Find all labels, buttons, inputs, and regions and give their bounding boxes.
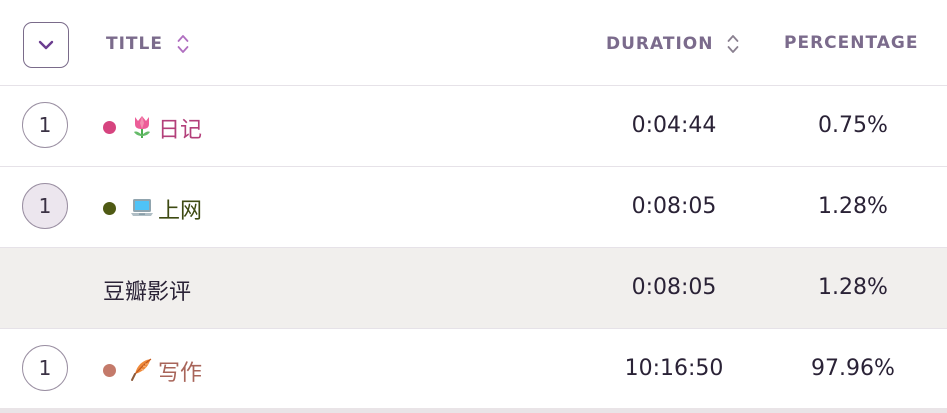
row-duration: 0:04:44 (631, 113, 717, 138)
sub-row-title[interactable]: 豆瓣影评 (103, 274, 191, 306)
row-duration: 0:08:05 (631, 275, 717, 300)
row-title[interactable]: 上网 (158, 193, 202, 225)
row-percentage: 97.96% (811, 356, 895, 381)
color-dot (103, 364, 116, 377)
count-badge[interactable]: 1 (22, 345, 68, 391)
sort-updown-icon (177, 35, 189, 53)
table-row[interactable]: 1 上网 0:08:05 1.28% (0, 167, 947, 248)
column-header-title-label: TITLE (106, 34, 163, 54)
row-title[interactable]: 日记 (158, 112, 202, 144)
color-dot (103, 121, 116, 134)
column-header-duration-label: DURATION (606, 34, 714, 54)
collapse-all-button[interactable] (23, 22, 69, 68)
table-header: TITLE DURATION PERCENTAGE (0, 0, 947, 86)
row-percentage: 1.28% (818, 194, 888, 219)
feather-icon (131, 358, 152, 381)
table-row[interactable]: 1 日记 0:04:44 0.75% (0, 86, 947, 167)
chevron-down-icon (38, 40, 54, 50)
count-badge[interactable]: 1 (22, 183, 68, 229)
row-duration: 0:08:05 (631, 194, 717, 219)
column-header-percentage: PERCENTAGE (784, 33, 918, 53)
row-duration: 10:16:50 (624, 356, 724, 381)
row-percentage: 1.28% (818, 275, 888, 300)
row-percentage: 0.75% (818, 113, 888, 138)
laptop-icon (131, 199, 153, 216)
sort-updown-icon (728, 35, 739, 53)
table-row[interactable]: 1 写作 10:16:50 97.96% (0, 329, 947, 410)
column-header-duration[interactable]: DURATION (606, 33, 739, 55)
color-dot (103, 202, 116, 215)
time-table: TITLE DURATION PERCENTAGE 1 日记 0:04:44 0… (0, 0, 947, 413)
count-badge[interactable]: 1 (22, 102, 68, 148)
column-header-title[interactable]: TITLE (106, 33, 189, 55)
column-header-percentage-label: PERCENTAGE (784, 33, 919, 53)
sub-row[interactable]: 豆瓣影评 0:08:05 1.28% (0, 248, 947, 329)
row-title[interactable]: 写作 (158, 355, 202, 387)
table-bottom-border (0, 408, 947, 413)
tulip-icon (134, 116, 150, 138)
